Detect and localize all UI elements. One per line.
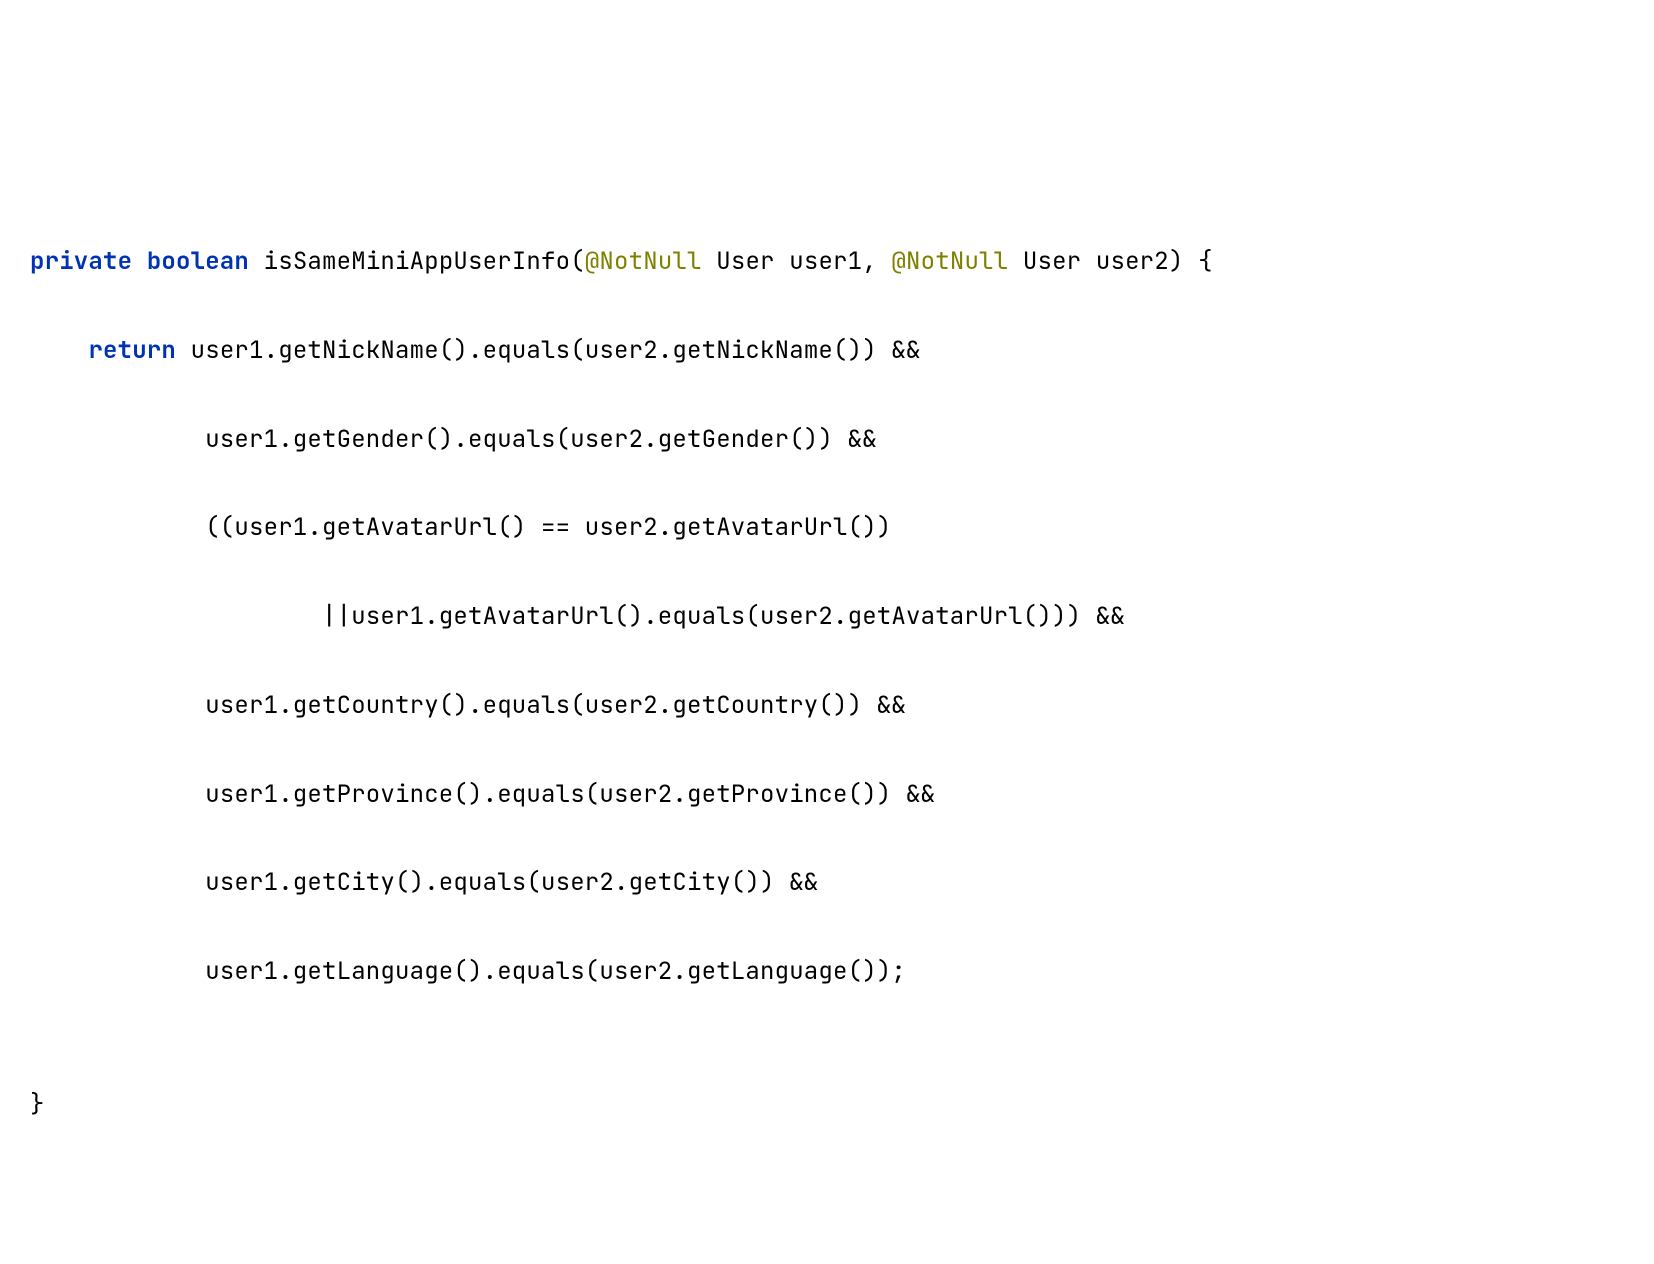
method-name: isSameMiniAppUserInfo(	[249, 246, 585, 277]
expr-avatar-equals: ||user1.getAvatarUrl().equals(user2.getA…	[30, 601, 1125, 632]
code-line-5: ||user1.getAvatarUrl().equals(user2.getA…	[30, 595, 1624, 639]
expr-country: user1.getCountry().equals(user2.getCount…	[30, 690, 906, 721]
param-1: User user1,	[702, 246, 892, 277]
expr-avatar-eq: ((user1.getAvatarUrl() == user2.getAvata…	[30, 512, 891, 543]
param-2: User user2) {	[1008, 246, 1212, 277]
code-line-9: user1.getLanguage().equals(user2.getLang…	[30, 950, 1624, 994]
code-line-1: private boolean isSameMiniAppUserInfo(@N…	[30, 240, 1624, 284]
code-line-7: user1.getProvince().equals(user2.getProv…	[30, 773, 1624, 817]
keyword-private: private	[30, 246, 132, 277]
code-line-3: user1.getGender().equals(user2.getGender…	[30, 418, 1624, 462]
annotation-notnull-2: @NotNull	[891, 246, 1008, 277]
code-line-11: }	[30, 1083, 1624, 1127]
code-block: private boolean isSameMiniAppUserInfo(@N…	[30, 196, 1624, 1173]
expr-city: user1.getCity().equals(user2.getCity()) …	[30, 867, 818, 898]
keyword-return: return	[88, 335, 176, 366]
code-line-6: user1.getCountry().equals(user2.getCount…	[30, 684, 1624, 728]
code-line-2: return user1.getNickName().equals(user2.…	[30, 329, 1624, 373]
keyword-boolean: boolean	[147, 246, 249, 277]
code-line-4: ((user1.getAvatarUrl() == user2.getAvata…	[30, 506, 1624, 550]
expr-language: user1.getLanguage().equals(user2.getLang…	[30, 956, 906, 987]
annotation-notnull-1: @NotNull	[585, 246, 702, 277]
expr-province: user1.getProvince().equals(user2.getProv…	[30, 779, 935, 810]
code-line-8: user1.getCity().equals(user2.getCity()) …	[30, 861, 1624, 905]
expr-gender: user1.getGender().equals(user2.getGender…	[30, 424, 877, 455]
expr-nickname: user1.getNickName().equals(user2.getNick…	[176, 335, 921, 366]
closing-brace: }	[30, 1089, 45, 1120]
